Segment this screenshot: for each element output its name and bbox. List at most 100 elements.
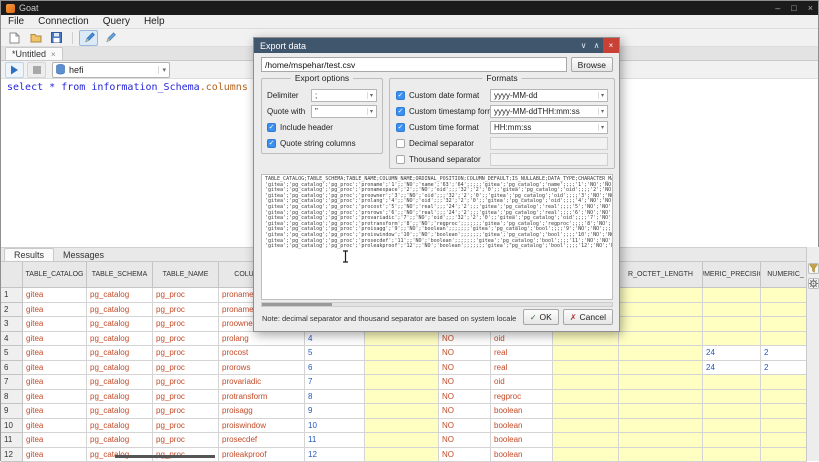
grid-cell[interactable]: gitea bbox=[23, 448, 87, 462]
grid-cell[interactable]: gitea bbox=[23, 332, 87, 347]
grid-cell[interactable]: real bbox=[491, 346, 553, 361]
grid-cell[interactable]: pg_catalog bbox=[87, 361, 153, 376]
grid-cell[interactable]: pg_proc bbox=[153, 303, 219, 318]
column-header[interactable]: TABLE_CATALOG bbox=[23, 262, 87, 288]
grid-cell[interactable] bbox=[619, 419, 703, 434]
grid-cell[interactable]: pg_catalog bbox=[87, 303, 153, 318]
horizontal-scrollbar-thumb[interactable] bbox=[115, 455, 215, 458]
tab-messages[interactable]: Messages bbox=[54, 248, 113, 261]
grid-cell[interactable]: 9 bbox=[305, 404, 365, 419]
grid-cell[interactable]: prorows bbox=[219, 361, 305, 376]
grid-cell[interactable]: oid bbox=[491, 375, 553, 390]
column-header[interactable]: NUMERIC_ bbox=[761, 262, 807, 288]
grid-cell[interactable]: NO bbox=[439, 332, 491, 347]
table-row[interactable]: 7giteapg_catalogpg_procprovariadic7NOoid bbox=[1, 375, 807, 390]
grid-cell[interactable]: procost bbox=[219, 346, 305, 361]
grid-cell[interactable]: boolean bbox=[491, 404, 553, 419]
grid-cell[interactable] bbox=[703, 448, 761, 462]
grid-cell[interactable]: gitea bbox=[23, 404, 87, 419]
grid-cell[interactable] bbox=[703, 317, 761, 332]
grid-cell[interactable] bbox=[761, 288, 807, 303]
grid-cell[interactable] bbox=[553, 419, 619, 434]
grid-cell[interactable]: NO bbox=[439, 346, 491, 361]
grid-cell[interactable]: gitea bbox=[23, 375, 87, 390]
grid-cell[interactable] bbox=[619, 332, 703, 347]
grid-cell[interactable]: 2 bbox=[761, 346, 807, 361]
grid-cell[interactable]: pg_proc bbox=[153, 390, 219, 405]
grid-cell[interactable]: gitea bbox=[23, 433, 87, 448]
browse-button[interactable]: Browse bbox=[571, 57, 613, 72]
grid-cell[interactable]: NO bbox=[439, 433, 491, 448]
grid-cell[interactable]: oid bbox=[491, 332, 553, 347]
menu-help[interactable]: Help bbox=[137, 16, 172, 27]
new-file-button[interactable] bbox=[5, 30, 24, 46]
row-number[interactable]: 11 bbox=[1, 433, 23, 448]
format-combo[interactable]: HH:mm:ss▾ bbox=[490, 121, 608, 134]
table-row[interactable]: 10giteapg_catalogpg_procproiswindow10NOb… bbox=[1, 419, 807, 434]
column-header[interactable]: TABLE_SCHEMA bbox=[87, 262, 153, 288]
grid-cell[interactable] bbox=[553, 346, 619, 361]
grid-cell[interactable]: regproc bbox=[491, 390, 553, 405]
menu-file[interactable]: File bbox=[1, 16, 31, 27]
grid-cell[interactable]: pg_catalog bbox=[87, 332, 153, 347]
grid-cell[interactable] bbox=[703, 433, 761, 448]
grid-cell[interactable]: pg_proc bbox=[153, 404, 219, 419]
minimize-button[interactable]: – bbox=[775, 4, 780, 13]
grid-cell[interactable] bbox=[365, 448, 439, 462]
dialog-rolldown-button[interactable]: ∨ bbox=[577, 38, 590, 53]
row-number[interactable]: 12 bbox=[1, 448, 23, 462]
grid-cell[interactable] bbox=[761, 332, 807, 347]
export-path-input[interactable] bbox=[261, 57, 567, 72]
format-combo[interactable]: yyyy-MM-dd▾ bbox=[490, 89, 608, 102]
grid-cell[interactable] bbox=[703, 404, 761, 419]
edit-connection-button[interactable] bbox=[79, 30, 98, 46]
column-header[interactable]: NUMERIC_PRECISION bbox=[703, 262, 761, 288]
grid-cell[interactable]: pg_catalog bbox=[87, 317, 153, 332]
grid-cell[interactable]: 5 bbox=[305, 346, 365, 361]
checkbox[interactable] bbox=[396, 139, 405, 148]
grid-cell[interactable]: gitea bbox=[23, 317, 87, 332]
table-row[interactable]: 5giteapg_catalogpg_procprocost5NOreal242 bbox=[1, 346, 807, 361]
grid-cell[interactable] bbox=[619, 346, 703, 361]
column-header[interactable]: R_OCTET_LENGTH bbox=[619, 262, 703, 288]
include-header-checkbox[interactable]: ✓ bbox=[267, 123, 276, 132]
tab-untitled[interactable]: *Untitled × bbox=[5, 47, 63, 60]
run-query-button[interactable] bbox=[5, 62, 24, 78]
grid-cell[interactable] bbox=[365, 419, 439, 434]
grid-cell[interactable] bbox=[365, 404, 439, 419]
grid-cell[interactable]: gitea bbox=[23, 361, 87, 376]
grid-cell[interactable]: provariadic bbox=[219, 375, 305, 390]
connection-select[interactable]: hefi ▾ bbox=[52, 62, 170, 78]
grid-cell[interactable]: gitea bbox=[23, 346, 87, 361]
table-row[interactable]: 11giteapg_catalogpg_procprosecdef11NOboo… bbox=[1, 433, 807, 448]
table-row[interactable]: 6giteapg_catalogpg_procprorows6NOreal242 bbox=[1, 361, 807, 376]
grid-cell[interactable]: pg_catalog bbox=[87, 346, 153, 361]
grid-cell[interactable]: gitea bbox=[23, 288, 87, 303]
delimiter-combo[interactable]: ; ▾ bbox=[311, 89, 377, 102]
grid-cell[interactable] bbox=[365, 433, 439, 448]
grid-cell[interactable]: boolean bbox=[491, 448, 553, 462]
row-number[interactable]: 2 bbox=[1, 303, 23, 318]
grid-cell[interactable] bbox=[365, 375, 439, 390]
grid-cell[interactable]: pg_proc bbox=[153, 433, 219, 448]
grid-cell[interactable]: gitea bbox=[23, 390, 87, 405]
grid-cell[interactable]: gitea bbox=[23, 303, 87, 318]
grid-cell[interactable]: protransform bbox=[219, 390, 305, 405]
grid-cell[interactable]: prolang bbox=[219, 332, 305, 347]
checkbox[interactable]: ✓ bbox=[396, 91, 405, 100]
row-number[interactable]: 4 bbox=[1, 332, 23, 347]
grid-cell[interactable]: 6 bbox=[305, 361, 365, 376]
grid-cell[interactable] bbox=[619, 317, 703, 332]
dialog-rollup-button[interactable]: ∧ bbox=[590, 38, 603, 53]
column-header[interactable]: TABLE_NAME bbox=[153, 262, 219, 288]
grid-cell[interactable] bbox=[761, 303, 807, 318]
quote-combo[interactable]: " ▾ bbox=[311, 105, 377, 118]
grid-cell[interactable] bbox=[553, 332, 619, 347]
grid-cell[interactable]: pg_proc bbox=[153, 346, 219, 361]
grid-cell[interactable] bbox=[619, 375, 703, 390]
grid-cell[interactable]: NO bbox=[439, 448, 491, 462]
grid-cell[interactable] bbox=[619, 390, 703, 405]
dialog-titlebar[interactable]: Export data ∨ ∧ × bbox=[254, 38, 619, 53]
grid-cell[interactable]: NO bbox=[439, 404, 491, 419]
stop-query-button[interactable] bbox=[27, 62, 46, 78]
